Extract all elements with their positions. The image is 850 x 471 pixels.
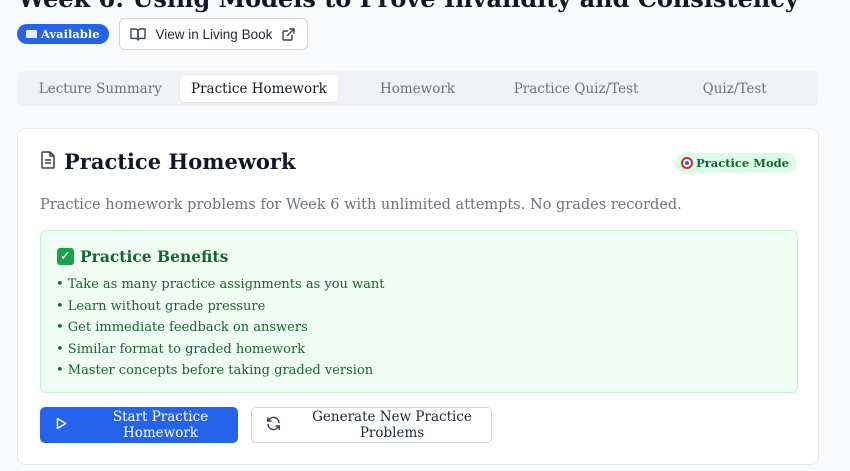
tab-practice-homework[interactable]: Practice Homework (179, 75, 339, 102)
practice-mode-label: Practice Mode (696, 156, 789, 170)
generate-button-label: Generate New Practice Problems (312, 409, 472, 441)
status-badge-label: Available (41, 27, 100, 41)
document-icon (40, 150, 56, 173)
practice-homework-card: Practice Homework Practice Mode Practice… (17, 128, 819, 465)
list-item: • Get immediate feedback on answers (56, 320, 308, 335)
card-description: Practice homework problems for Week 6 wi… (40, 197, 682, 213)
view-living-book-label: View in Living Book (155, 26, 273, 42)
list-item: • Master concepts before taking graded v… (56, 363, 374, 378)
card-header: Practice Homework (40, 149, 296, 174)
page-title: Week 6: Using Models to Prove Invalidity… (18, 0, 799, 13)
open-book-icon (129, 27, 146, 41)
tab-lecture-summary[interactable]: Lecture Summary (21, 75, 180, 102)
check-mark-icon: ✓ (57, 248, 74, 265)
target-icon (681, 157, 694, 169)
tab-practice-quiz-test[interactable]: Practice Quiz/Test (497, 75, 656, 102)
status-badge: Available (17, 24, 109, 44)
card-title: Practice Homework (64, 149, 296, 174)
benefits-title: Practice Benefits (80, 247, 229, 266)
tab-homework[interactable]: Homework (338, 75, 497, 102)
refresh-icon (266, 416, 281, 435)
generate-new-problems-button[interactable]: Generate New Practice Problems (251, 407, 492, 443)
book-icon (26, 30, 37, 38)
start-button-label: Start Practice Homework (112, 409, 209, 441)
play-icon (56, 417, 67, 434)
list-item: • Similar format to graded homework (56, 341, 306, 357)
tab-quiz-test[interactable]: Quiz/Test (655, 75, 814, 102)
start-practice-homework-button[interactable]: Start Practice Homework (40, 407, 238, 443)
benefits-list: • Take as many practice assignments as y… (56, 274, 385, 382)
list-item: • Learn without grade pressure (56, 298, 266, 314)
benefits-heading: ✓ Practice Benefits (57, 247, 228, 266)
list-item: • Take as many practice assignments as y… (56, 277, 385, 292)
status-row: Available View in Living Book (17, 18, 309, 50)
practice-mode-badge: Practice Mode (675, 153, 797, 173)
practice-benefits-box: ✓ Practice Benefits • Take as many pract… (40, 230, 798, 393)
external-link-icon (282, 27, 296, 41)
view-living-book-button[interactable]: View in Living Book (118, 18, 309, 50)
tab-bar: Lecture Summary Practice Homework Homewo… (17, 71, 818, 106)
